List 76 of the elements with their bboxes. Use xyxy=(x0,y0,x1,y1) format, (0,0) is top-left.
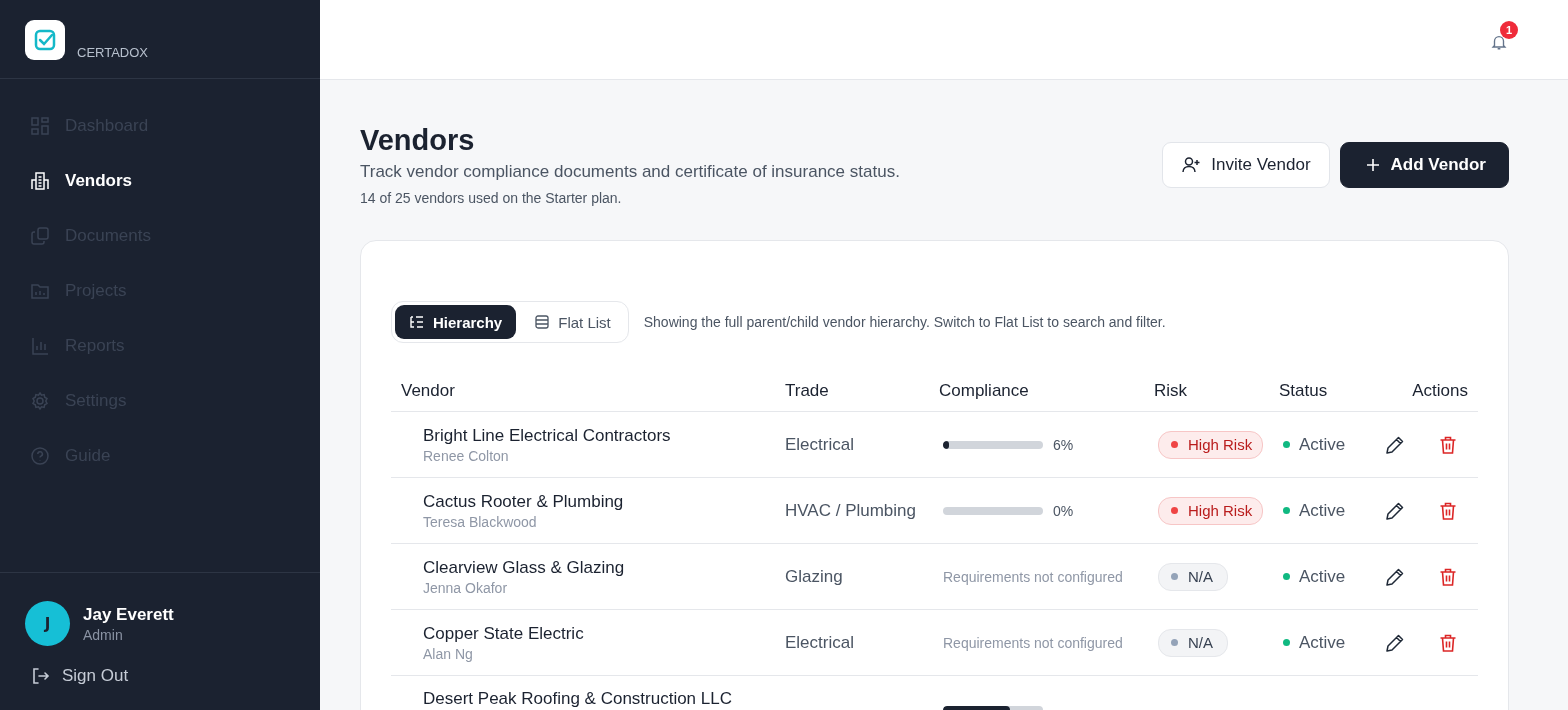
delete-button[interactable] xyxy=(1438,566,1458,587)
vendor-contact: Teresa Blackwood xyxy=(423,513,538,530)
vendor-name: Bright Line Electrical Contractors xyxy=(423,425,672,446)
pencil-icon xyxy=(1385,566,1405,587)
delete-button[interactable] xyxy=(1438,632,1458,653)
column-header: Status xyxy=(1278,380,1329,401)
status-label: Active xyxy=(1299,632,1346,653)
delete-button[interactable] xyxy=(1438,500,1458,521)
pencil-icon xyxy=(1385,500,1405,521)
bar-chart-icon xyxy=(30,336,50,356)
column-header: Compliance xyxy=(938,380,1030,401)
column-header: Trade xyxy=(784,380,830,401)
notification-count: 1 xyxy=(1500,20,1518,39)
help-icon xyxy=(30,446,50,466)
delete-button[interactable] xyxy=(1438,434,1458,455)
risk-label: High Risk xyxy=(1188,502,1253,519)
view-hint: Showing the full parent/child vendor hierarchy. Switch to Flat List to search and filter. xyxy=(643,314,1166,330)
vendor-name: Desert Peak Roofing & Construction LLC xyxy=(423,689,733,709)
edit-button[interactable] xyxy=(1385,500,1405,521)
risk-label: N/A xyxy=(1188,568,1213,585)
settings-icon xyxy=(30,391,50,411)
brand-name: CERTADOX xyxy=(77,45,149,60)
building-icon xyxy=(30,171,50,191)
list-icon xyxy=(534,314,551,330)
user-name: Jay Everett xyxy=(83,604,174,625)
compliance-percent: 6% xyxy=(1053,436,1074,453)
vendor-name: Copper State Electric xyxy=(423,623,585,644)
trash-icon xyxy=(1438,500,1458,521)
notifications-button[interactable]: 1 xyxy=(1490,20,1518,51)
vendor-contact: Alan Ng xyxy=(423,645,474,662)
logo-icon xyxy=(25,20,65,60)
folder-icon xyxy=(30,281,50,301)
vendor-contact: Jenna Okafor xyxy=(423,579,509,596)
compliance-note: Requirements not configured xyxy=(943,568,1123,585)
plan-usage-text: 14 of 25 vendors used on the Starter plan. xyxy=(360,190,623,206)
trade-cell-text: HVAC / Plumbing xyxy=(784,500,917,521)
edit-button[interactable] xyxy=(1385,434,1405,455)
column-header: Actions xyxy=(1411,380,1469,401)
add-user-icon xyxy=(1181,155,1202,175)
page-title: Vendors xyxy=(360,123,476,158)
trash-icon xyxy=(1438,632,1458,653)
invite-vendor-button[interactable]: Invite Vendor xyxy=(1162,142,1330,188)
vendor-name: Cactus Rooter & Plumbing xyxy=(423,491,625,512)
sign-out-link[interactable]: Sign Out xyxy=(25,666,129,686)
plus-icon xyxy=(1364,157,1381,173)
trade-cell-text: Glazing xyxy=(784,566,844,587)
compliance-percent: 0% xyxy=(1053,502,1074,519)
edit-button[interactable] xyxy=(1385,566,1405,587)
hierarchy-tab[interactable]: Hierarchy xyxy=(395,305,517,339)
status-label: Active xyxy=(1299,566,1346,587)
column-header: Risk xyxy=(1153,380,1189,401)
trash-icon xyxy=(1438,434,1458,455)
trade-cell-text: Electrical xyxy=(784,632,855,653)
compliance-note: Requirements not configured xyxy=(943,634,1123,651)
status-label: Active xyxy=(1299,434,1346,455)
risk-label: High Risk xyxy=(1188,436,1253,453)
flat-list-tab[interactable]: Flat List xyxy=(520,305,625,339)
edit-button[interactable] xyxy=(1385,632,1405,653)
vendor-contact: Renee Colton xyxy=(423,447,510,464)
risk-label: N/A xyxy=(1188,634,1213,651)
user-role: Admin xyxy=(83,626,124,643)
grid-icon xyxy=(30,116,50,136)
hierarchy-icon xyxy=(409,314,425,330)
pencil-icon xyxy=(1385,632,1405,653)
vendor-name: Clearview Glass & Glazing xyxy=(423,557,626,578)
sign-out-icon xyxy=(30,666,50,686)
pencil-icon xyxy=(1385,434,1405,455)
page-subtitle: Track vendor compliance documents and certificate of insurance status. xyxy=(360,162,900,182)
column-header: Vendor xyxy=(400,380,456,401)
trash-icon xyxy=(1438,566,1458,587)
documents-icon xyxy=(30,226,50,246)
sidebar-item[interactable]: Vendors xyxy=(30,169,133,193)
status-label: Active xyxy=(1299,500,1346,521)
trade-cell-text: Electrical xyxy=(784,434,855,455)
add-vendor-button[interactable]: Add Vendor xyxy=(1339,142,1509,188)
avatar: J xyxy=(25,601,70,646)
